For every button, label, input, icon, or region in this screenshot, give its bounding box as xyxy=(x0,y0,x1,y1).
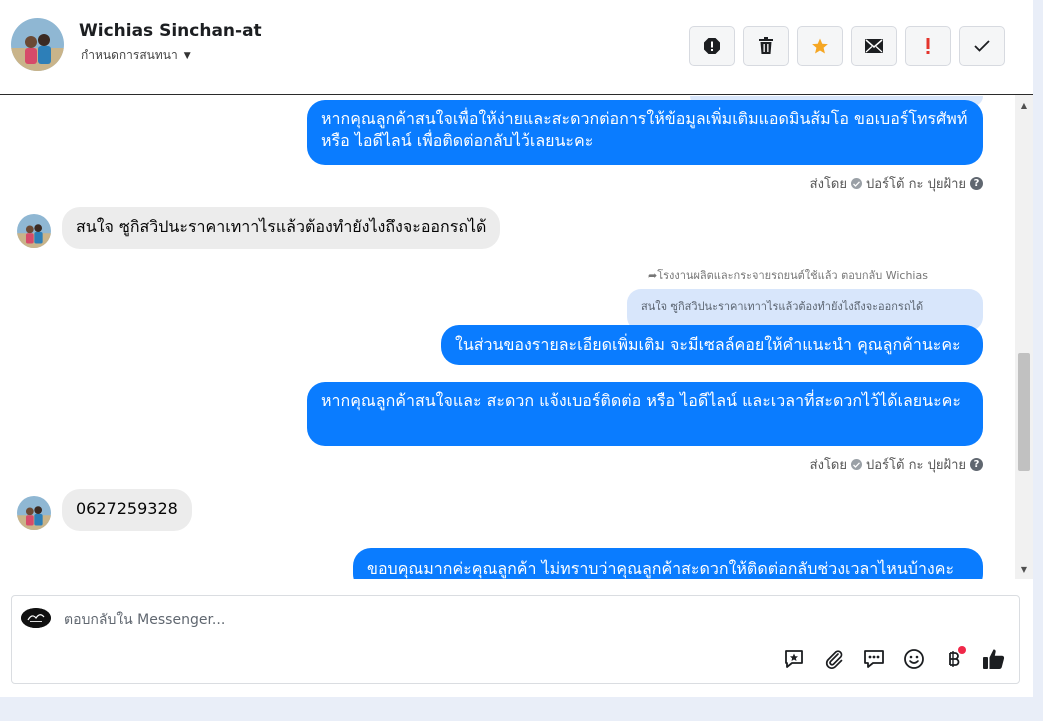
mark-done-button[interactable] xyxy=(959,26,1005,66)
message-bubble-outgoing[interactable]: หากคุณลูกค้าสนใจและ สะดวก แจ้งเบอร์ติดต่… xyxy=(307,382,983,446)
reply-input[interactable] xyxy=(64,609,964,631)
messenger-inbox-thread: Wichias Sinchan-at กำหนดการสนทนา ▼ หากคุ… xyxy=(0,0,1033,697)
like-button[interactable] xyxy=(981,646,1007,672)
sent-by-info: ส่งโดย ปอร์โต้ กะ ปุยฝ้าย ? xyxy=(810,454,983,475)
quick-replies-button[interactable] xyxy=(861,646,887,672)
notification-dot xyxy=(958,646,966,654)
sender-name[interactable]: ปอร์โต้ กะ ปุยฝ้าย xyxy=(866,173,966,194)
thumbs-up-icon xyxy=(983,649,1005,669)
reply-reference-text: โรงงานผลิตและกระจายรถยนต์ใช้แล้ว ตอบกลับ… xyxy=(657,269,928,282)
reply-reference: ➦โรงงานผลิตและกระจายรถยนต์ใช้แล้ว ตอบกลั… xyxy=(648,266,928,284)
message-list[interactable]: หากคุณลูกค้าสนใจเพื่อให้ง่ายและสะดวกต่อก… xyxy=(0,96,1015,579)
mark-spam-button[interactable] xyxy=(689,26,735,66)
verified-check-icon xyxy=(851,178,862,189)
conversation-header: Wichias Sinchan-at กำหนดการสนทนา ▼ xyxy=(0,0,1033,95)
verified-check-icon xyxy=(851,459,862,470)
message-bubble-outgoing[interactable]: ในส่วนของรายละเอียดเพิ่มเติม จะมีเซลล์คอ… xyxy=(441,325,983,365)
sender-name[interactable]: ปอร์โต้ กะ ปุยฝ้าย xyxy=(866,454,966,475)
page-logo xyxy=(21,608,51,628)
conversation-scrollbar[interactable]: ▲ ▼ xyxy=(1015,95,1033,579)
contact-name[interactable]: Wichias Sinchan-at xyxy=(79,21,262,41)
emoji-button[interactable] xyxy=(901,646,927,672)
mark-unread-button[interactable] xyxy=(851,26,897,66)
star-button[interactable] xyxy=(797,26,843,66)
help-icon[interactable]: ? xyxy=(970,177,983,190)
reply-arrow-icon: ➦ xyxy=(648,269,658,282)
sent-by-info: ส่งโดย ปอร์โต้ กะ ปุยฝ้าย ? xyxy=(810,173,983,194)
customer-avatar[interactable] xyxy=(17,214,51,248)
message-bubble-outgoing[interactable]: หากคุณลูกค้าสนใจเพื่อให้ง่ายและสะดวกต่อก… xyxy=(307,100,983,165)
thread-actions xyxy=(689,26,1005,66)
check-icon xyxy=(974,40,990,52)
attachment-icon xyxy=(825,650,843,669)
payment-button[interactable] xyxy=(941,646,967,672)
assign-conversation-label: กำหนดการสนทนา xyxy=(81,48,178,62)
attach-file-button[interactable] xyxy=(821,646,847,672)
help-icon[interactable]: ? xyxy=(970,458,983,471)
saved-reply-icon xyxy=(785,650,803,668)
scroll-down-arrow-icon[interactable]: ▼ xyxy=(1015,561,1033,577)
exclamation-icon xyxy=(926,38,930,54)
emoji-icon xyxy=(904,649,924,669)
chat-bubble-icon xyxy=(864,650,884,668)
message-bubble-incoming[interactable]: 0627259328 xyxy=(62,489,192,531)
follow-up-button[interactable] xyxy=(905,26,951,66)
envelope-icon xyxy=(865,39,883,53)
spam-icon xyxy=(704,38,720,54)
assign-conversation-dropdown[interactable]: กำหนดการสนทนา ▼ xyxy=(81,46,191,65)
contact-avatar[interactable] xyxy=(11,18,64,71)
sent-by-label: ส่งโดย xyxy=(809,458,847,473)
sent-by-label: ส่งโดย xyxy=(809,177,847,192)
customer-avatar[interactable] xyxy=(17,496,51,530)
delete-button[interactable] xyxy=(743,26,789,66)
reply-composer xyxy=(11,595,1020,684)
composer-toolbar xyxy=(781,646,1007,672)
trash-icon xyxy=(759,37,773,54)
saved-reply-button[interactable] xyxy=(781,646,807,672)
scroll-up-arrow-icon[interactable]: ▲ xyxy=(1015,97,1033,113)
scrollbar-thumb[interactable] xyxy=(1018,353,1030,471)
message-bubble-outgoing[interactable]: ขอบคุณมากค่ะคุณลูกค้า ไม่ทราบว่าคุณลูกค้… xyxy=(353,548,983,579)
star-icon xyxy=(812,38,828,54)
caret-down-icon: ▼ xyxy=(183,50,191,61)
message-bubble-incoming[interactable]: สนใจ ซูกิสวิปนะราคาเทาาไรแล้วต้องทำยังไง… xyxy=(62,207,501,249)
